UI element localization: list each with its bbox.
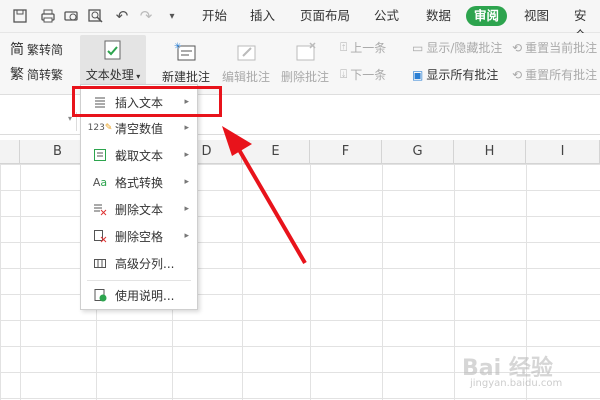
annotation-arrow-icon — [222, 126, 307, 265]
watermark-url: jingyan.baidu.com — [470, 378, 563, 389]
